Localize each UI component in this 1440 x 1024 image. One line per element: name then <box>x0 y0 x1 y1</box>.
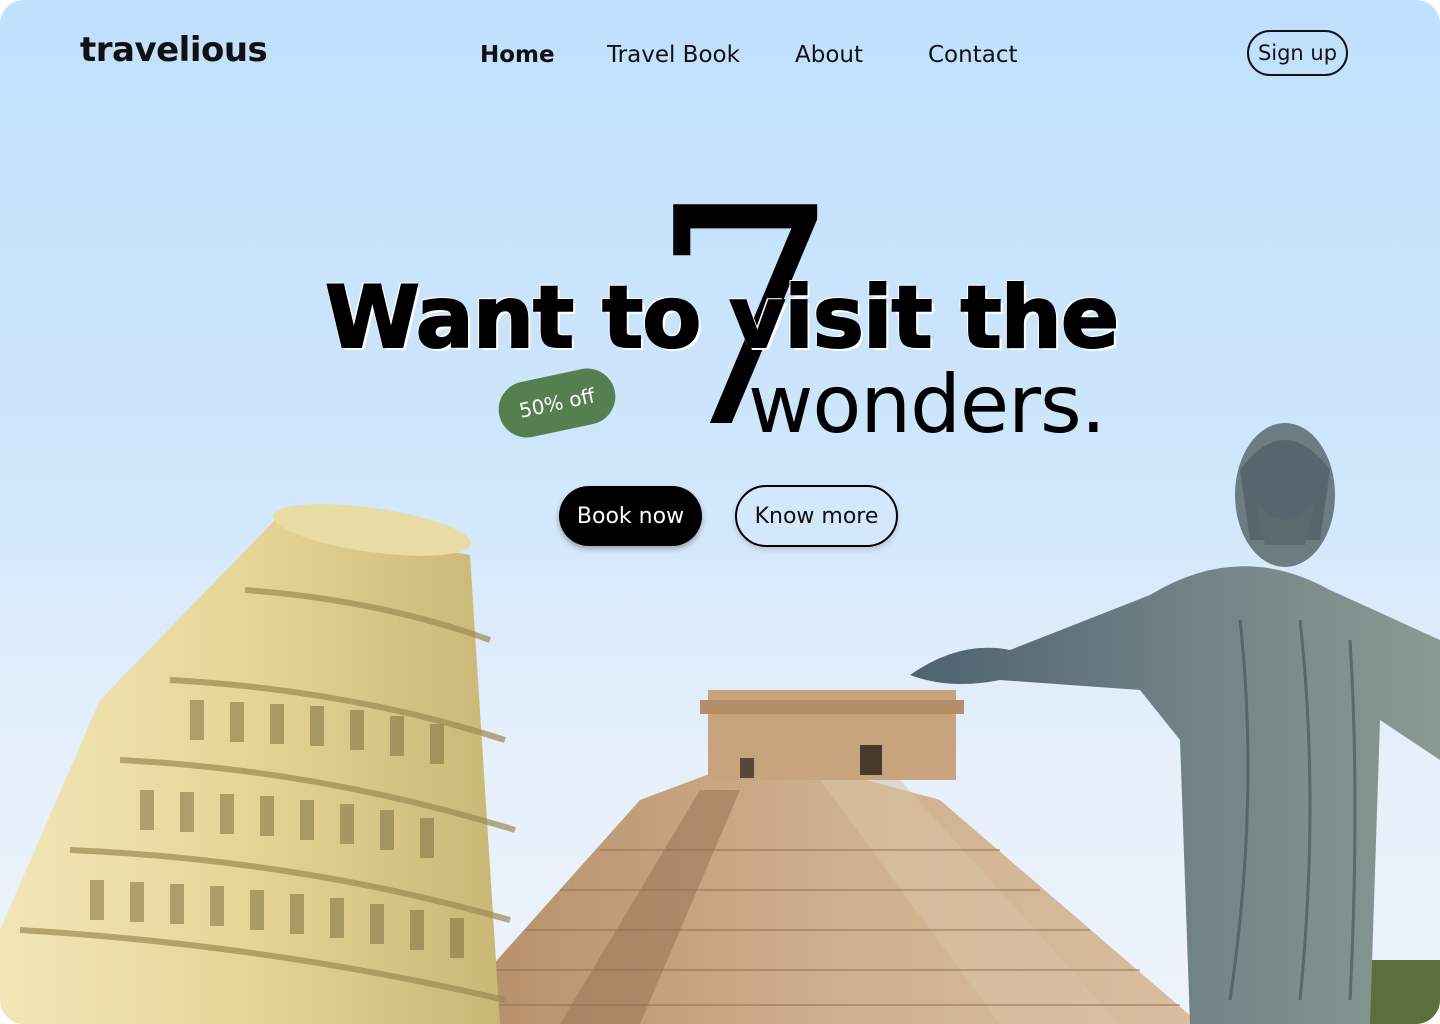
hero-headline-line1: Want to visit the <box>324 267 1120 369</box>
know-more-button[interactable]: Know more <box>735 485 898 547</box>
hero-headline-line2: wonders. <box>748 358 1106 451</box>
nav-travel-book[interactable]: Travel Book <box>607 42 740 68</box>
brand-logo[interactable]: travelious <box>80 30 268 70</box>
leaning-tower-of-pisa <box>0 504 516 1024</box>
nav-contact[interactable]: Contact <box>928 42 1017 68</box>
chichen-itza-pyramid <box>440 690 1200 1024</box>
nav-about[interactable]: About <box>795 42 863 68</box>
book-now-button[interactable]: Book now <box>559 486 702 546</box>
nav-home[interactable]: Home <box>480 42 555 68</box>
landing-page: travelious Home Travel Book About Contac… <box>0 0 1440 1024</box>
signup-button[interactable]: Sign up <box>1247 30 1348 76</box>
